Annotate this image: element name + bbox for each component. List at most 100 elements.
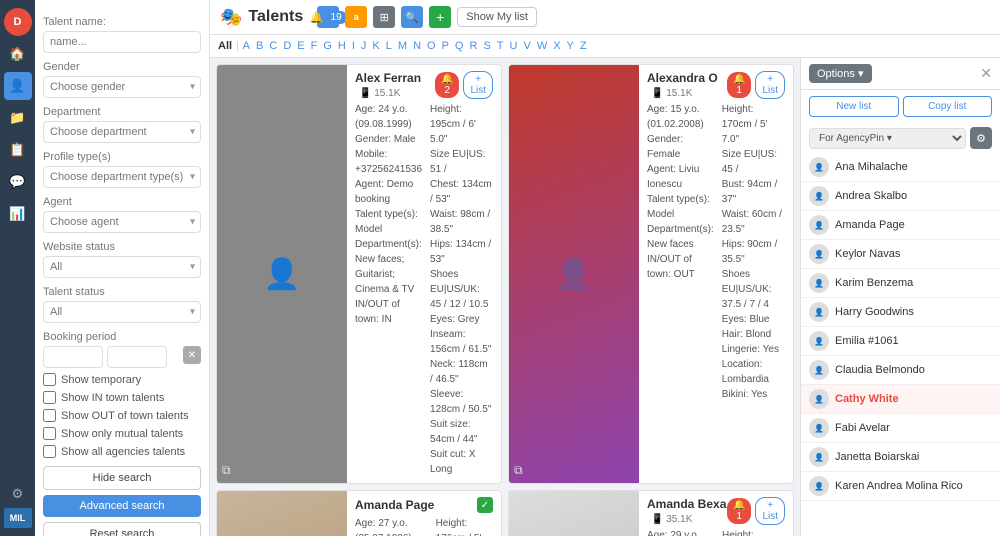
list-item[interactable]: 👤 Andrea Skalbo [801,182,1000,211]
alert-button[interactable]: 🔔 1 [727,72,751,98]
show-my-list-button[interactable]: Show My list [457,7,537,27]
alpha-r[interactable]: R [467,39,479,53]
alpha-k[interactable]: K [370,39,381,53]
list-item-name: Emilia #1061 [835,335,899,347]
photo-link-icon[interactable]: ⧉ [514,463,523,478]
close-button[interactable]: ✕ [980,65,992,82]
agent-select[interactable]: Choose agent [43,211,201,233]
show-mutual-checkbox[interactable] [43,427,56,440]
show-in-town-label: Show IN town talents [61,392,164,404]
add-icon[interactable]: + [429,6,451,28]
advanced-search-button[interactable]: Advanced search [43,495,201,517]
website-status-select[interactable]: All [43,256,201,278]
booking-period-end[interactable] [107,346,167,368]
settings-icon[interactable]: ⚙ [4,480,32,508]
alpha-n[interactable]: N [411,39,423,53]
home-icon[interactable]: 🏠 [4,40,32,68]
show-in-town-checkbox[interactable] [43,391,56,404]
alpha-p[interactable]: P [440,39,451,53]
talents-icon[interactable]: 👤 [4,72,32,100]
alpha-f[interactable]: F [309,39,320,53]
alpha-d[interactable]: D [281,39,293,53]
talent-list-panel: 👤 Ana Mihalache 👤 Andrea Skalbo 👤 Amanda… [801,153,1000,536]
alpha-h[interactable]: H [336,39,348,53]
show-out-town-checkbox[interactable] [43,409,56,422]
new-list-button[interactable]: New list [809,96,899,117]
department-select[interactable]: Choose department [43,121,201,143]
reset-search-button[interactable]: Reset search [43,522,201,536]
notification-badge: 19 [326,11,347,24]
talent-basic-info: Age: 15 y.o. (01.02.2008) Gender: Female… [647,102,714,402]
list-item[interactable]: 👤 Ana Mihalache [801,153,1000,182]
list-item[interactable]: 👤 Keylor Navas [801,240,1000,269]
alpha-o[interactable]: O [425,39,438,53]
messages-icon[interactable]: 💬 [4,168,32,196]
booking-period-label: Booking period [43,331,201,343]
user-avatar[interactable]: D [4,8,32,36]
alpha-u[interactable]: U [508,39,520,53]
alpha-v[interactable]: V [521,39,532,53]
alpha-i[interactable]: I [350,39,357,53]
booking-period-clear[interactable]: ✕ [183,346,201,364]
alpha-z[interactable]: Z [578,39,589,53]
add-to-list-button[interactable]: + List [755,497,785,525]
hide-search-button[interactable]: Hide search [43,466,201,490]
list-item[interactable]: 👤 Karen Andrea Molina Rico [801,472,1000,501]
alpha-y[interactable]: Y [565,39,576,53]
alpha-b[interactable]: B [254,39,265,53]
list-item[interactable]: 👤 Harry Goodwins [801,298,1000,327]
alpha-l[interactable]: L [384,39,394,53]
list-item[interactable]: 👤 Amanda Page [801,211,1000,240]
list-item-avatar: 👤 [809,186,829,206]
alpha-t[interactable]: T [495,39,506,53]
photo-link-icon[interactable]: ⧉ [222,463,231,478]
list-item-avatar: 👤 [809,215,829,235]
alpha-w[interactable]: W [535,39,549,53]
add-to-list-button[interactable]: + List [463,71,493,99]
add-to-list-button[interactable]: + List [755,71,785,99]
talent-status-select[interactable]: All [43,301,201,323]
list-item-avatar: 👤 [809,273,829,293]
list-item[interactable]: 👤 Fabi Avelar [801,414,1000,443]
files-icon[interactable]: 📁 [4,104,32,132]
alpha-j[interactable]: J [359,39,369,53]
alpha-x[interactable]: X [551,39,562,53]
alert-button[interactable]: 🔔 2 [435,72,459,98]
gear-icon-button[interactable]: ⚙ [970,127,992,149]
list-item[interactable]: 👤 Janetta Boiarskai [801,443,1000,472]
alpha-a[interactable]: A [241,39,252,53]
alpha-m[interactable]: M [396,39,409,53]
alpha-all[interactable]: All [216,39,234,53]
amazon-icon[interactable]: a [345,6,367,28]
grid-icon[interactable]: ⊞ [373,6,395,28]
search-icon[interactable]: 🔍 [401,6,423,28]
alpha-q[interactable]: Q [453,39,466,53]
alert-button[interactable]: 🔔 1 [727,498,751,524]
list-item[interactable]: 👤 Emilia #1061 [801,327,1000,356]
talent-name-input[interactable] [43,31,201,53]
agency-select[interactable]: For AgencyPin ▾ [809,128,966,149]
reports-icon[interactable]: 📊 [4,200,32,228]
notification-icon[interactable]: 🔔19 [317,6,339,28]
booking-period-start[interactable] [43,346,103,368]
talent-measurements: Height: 170cm / 5' 7.0" Size EU|US: 45 /… [722,102,785,402]
list-item[interactable]: 👤 Cathy White [801,385,1000,414]
profile-type-select[interactable]: Choose department type(s) [43,166,201,188]
show-temporary-checkbox[interactable] [43,373,56,386]
gender-select[interactable]: Choose gender [43,76,201,98]
alpha-s[interactable]: S [481,39,492,53]
list-item-avatar: 👤 [809,157,829,177]
list-item[interactable]: 👤 Claudia Belmondo [801,356,1000,385]
alpha-e[interactable]: E [295,39,306,53]
select-checkbox[interactable]: ✓ [477,497,493,513]
mil-badge: MIL [4,508,32,528]
alpha-g[interactable]: G [321,39,334,53]
show-all-agencies-checkbox[interactable] [43,445,56,458]
talent-name: Alex Ferran [355,71,421,85]
options-button[interactable]: Options ▾ [809,64,872,83]
lists-icon[interactable]: 📋 [4,136,32,164]
alpha-c[interactable]: C [267,39,279,53]
talent-measurements: Height: 195cm / 6' 5.0" Size EU|US: 51 /… [430,102,493,477]
list-item[interactable]: 👤 Karim Benzema [801,269,1000,298]
copy-list-button[interactable]: Copy list [903,96,993,117]
